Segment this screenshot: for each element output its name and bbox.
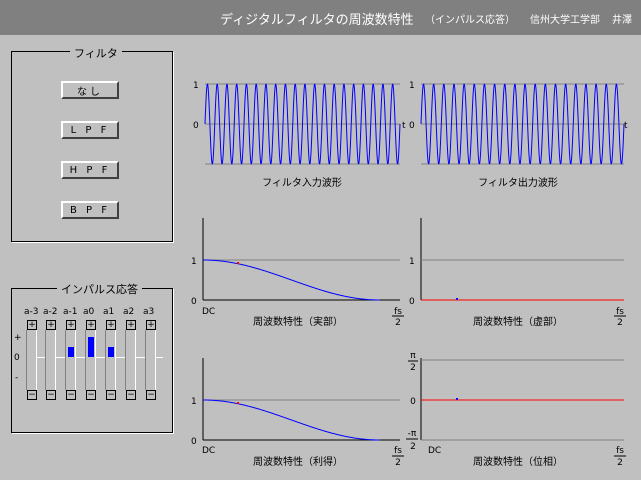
output-y-zero: 0 [409,121,415,131]
output-wave-line [420,83,625,165]
plots-svg: 1 0 t フィルタ入力波形 1 0 t フィルタ出力波形 1 0 DC fs … [191,81,628,468]
input-y-top: 1 [193,81,199,91]
input-caption: フィルタ入力波形 [262,176,342,189]
gain-x-start: DC [202,446,215,456]
imag-x-end-den: 2 [617,318,623,328]
phase-x-start: DC [428,446,441,456]
output-caption: フィルタ出力波形 [478,176,558,189]
phase-y-top-den: 2 [410,363,416,373]
real-caption: 周波数特性（実部） [253,315,343,328]
output-x-end: t [624,121,628,131]
gain-x-end-num: fs [394,446,402,456]
gain-y-top: 1 [191,397,197,407]
output-y-top: 1 [409,81,415,91]
real-plot: 1 0 DC fs 2 周波数特性（実部） [191,218,404,328]
phase-plot: π 2 0 -π 2 DC fs 2 周波数特性（位相） [406,351,626,468]
phase-caption: 周波数特性（位相） [473,455,563,468]
real-y-origin: 0 [191,297,197,307]
real-marker [237,262,239,264]
phase-y-bot-den: 2 [410,442,416,452]
output-wave-plot: 1 0 t フィルタ出力波形 [409,81,628,189]
imag-plot: 1 0 fs 2 周波数特性（虚部） [409,218,626,328]
gain-marker [237,402,239,404]
gain-plot: 1 0 DC fs 2 周波数特性（利得） [191,358,404,468]
imag-marker [456,298,458,300]
real-x-start: DC [202,307,215,317]
real-x-end-den: 2 [395,318,401,328]
input-wave-line [204,83,401,165]
phase-x-end-den: 2 [617,458,623,468]
phase-y-top-num: π [410,351,416,361]
phase-x-end-num: fs [616,446,624,456]
imag-y-top: 1 [409,257,415,267]
input-x-end: t [402,121,406,131]
real-curve [203,259,380,301]
gain-y-origin: 0 [191,437,197,447]
real-y-top: 1 [191,257,197,267]
imag-y-origin: 0 [409,297,415,307]
phase-y-bot-num: -π [408,429,417,439]
gain-curve [203,399,380,441]
gain-x-end-den: 2 [395,458,401,468]
input-wave-plot: 1 0 t フィルタ入力波形 [193,81,406,189]
input-y-zero: 0 [193,121,199,131]
phase-marker [456,398,458,400]
phase-y-mid: 0 [410,397,416,407]
imag-caption: 周波数特性（虚部） [473,315,563,328]
gain-caption: 周波数特性（利得） [253,455,343,468]
